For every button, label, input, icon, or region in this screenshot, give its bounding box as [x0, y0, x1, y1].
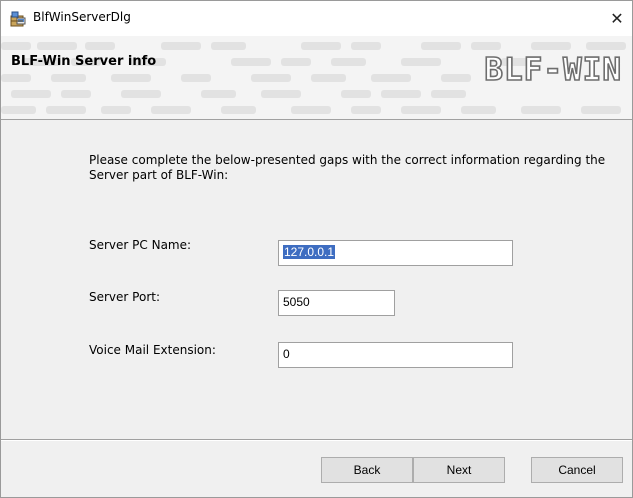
next-button[interactable]: Next	[413, 457, 505, 483]
title-bar[interactable]: BlfWinServerDlg ✕	[1, 1, 632, 36]
header-banner: BLF-Win Server info BLF-WIN	[1, 36, 632, 120]
instructions-text: Please complete the below-presented gaps…	[89, 153, 606, 182]
server-port-value: 5050	[283, 295, 310, 309]
server-pc-name-value: 127.0.0.1	[283, 245, 336, 259]
footer-divider-highlight	[1, 440, 632, 441]
blf-win-logo: BLF-WIN	[484, 51, 622, 89]
installer-package-icon	[9, 10, 27, 28]
close-icon[interactable]: ✕	[602, 1, 632, 36]
window-title: BlfWinServerDlg	[33, 10, 131, 24]
banner-title: BLF-Win Server info	[11, 54, 157, 69]
server-pc-name-input[interactable]: 127.0.0.1	[278, 240, 513, 266]
back-button[interactable]: Back	[321, 457, 413, 483]
server-pc-name-label: Server PC Name:	[89, 238, 192, 252]
server-port-input[interactable]: 5050	[278, 290, 395, 316]
voice-mail-extension-label: Voice Mail Extension:	[89, 343, 216, 357]
dialog-body: Please complete the below-presented gaps…	[1, 120, 632, 439]
cancel-button[interactable]: Cancel	[531, 457, 623, 483]
voice-mail-extension-input[interactable]: 0	[278, 342, 513, 368]
dialog-window: BlfWinServerDlg ✕ BLF-Win Server info BL…	[0, 0, 633, 498]
voice-mail-extension-value: 0	[283, 347, 290, 361]
server-port-label: Server Port:	[89, 290, 160, 304]
